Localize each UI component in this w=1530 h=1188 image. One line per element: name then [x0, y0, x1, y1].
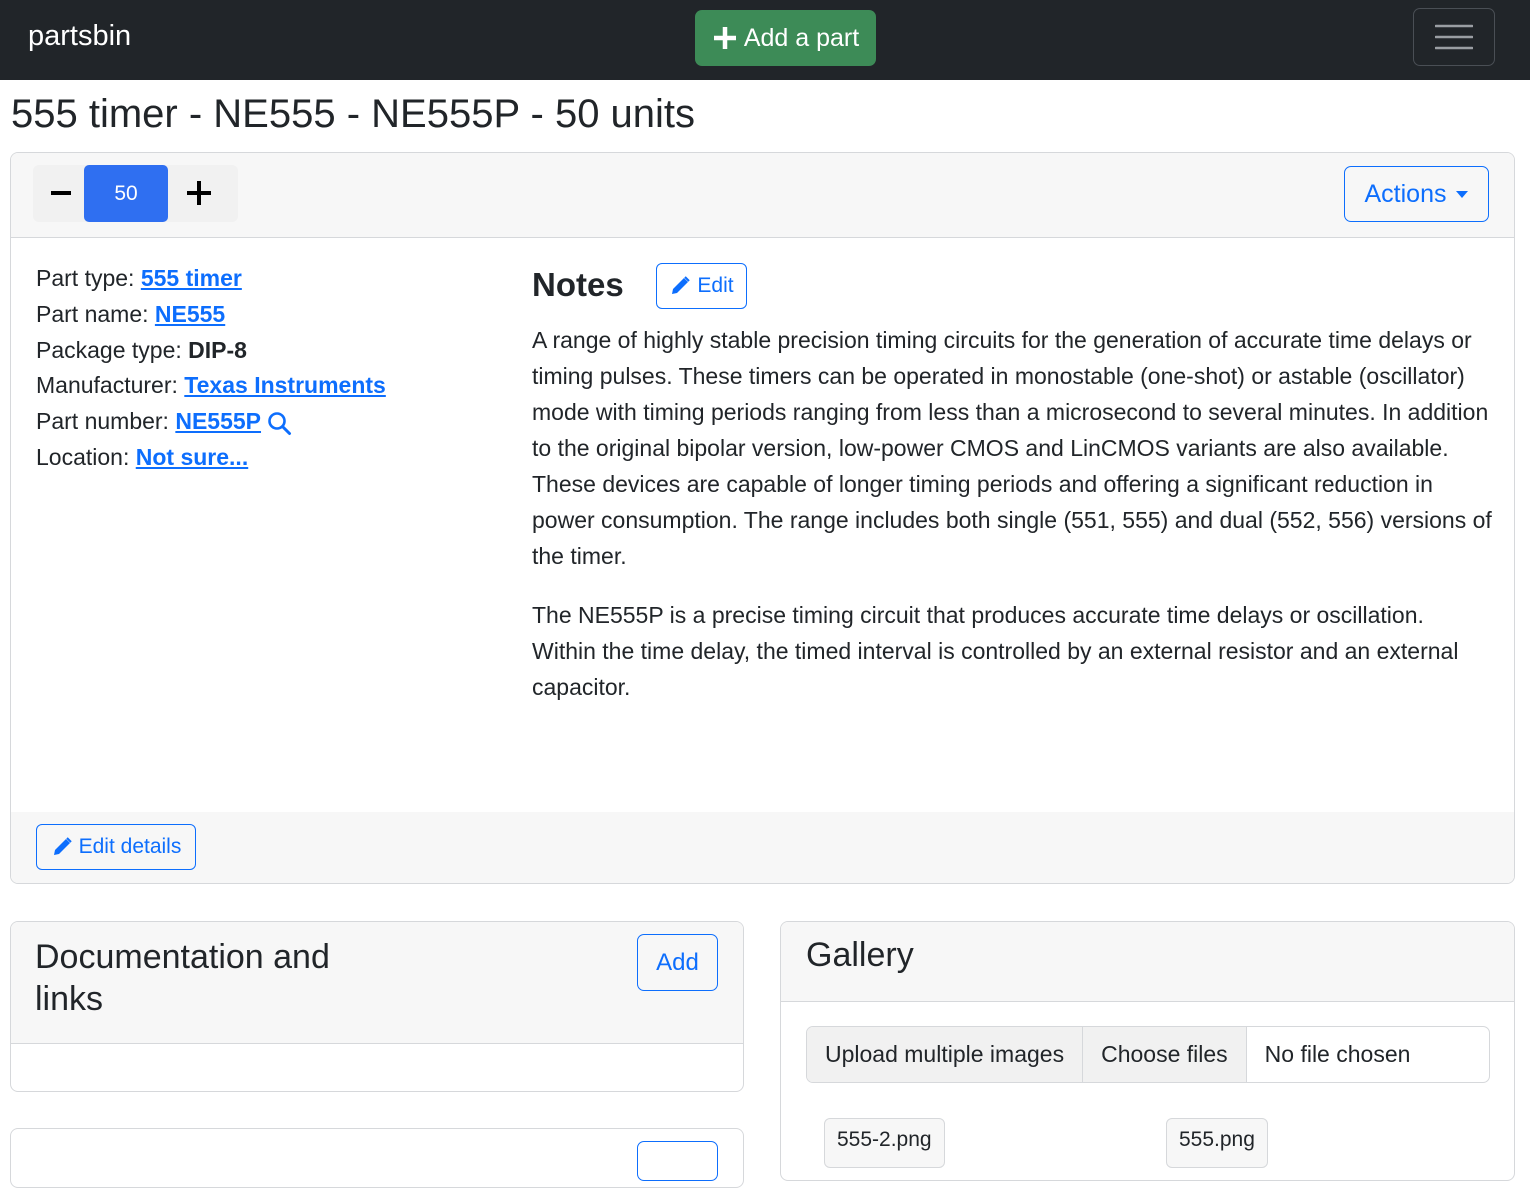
gallery-image[interactable]: 555.png: [1166, 1118, 1268, 1168]
secondary-card: [10, 1128, 744, 1188]
no-file-text: No file chosen: [1264, 1041, 1411, 1067]
part-toolbar: Actions: [11, 153, 1514, 238]
edit-notes-button[interactable]: Edit: [656, 263, 747, 309]
notes-text: A range of highly stable precision timin…: [532, 322, 1492, 728]
detail-part-number: Part number: NE555P: [36, 404, 386, 440]
part-details: Part type: 555 timer Part name: NE555 Pa…: [36, 261, 386, 476]
upload-label: Upload multiple images: [807, 1027, 1084, 1082]
detail-part-name: Part name: NE555: [36, 297, 386, 333]
detail-part-type: Part type: 555 timer: [36, 261, 386, 297]
part-card-footer: Edit details: [11, 812, 1514, 883]
detail-location: Location: Not sure...: [36, 440, 386, 476]
part-body: Part type: 555 timer Part name: NE555 Pa…: [11, 237, 1514, 813]
actions-label: Actions: [1364, 179, 1447, 208]
actions-dropdown-button[interactable]: Actions: [1344, 166, 1489, 222]
gallery-title: Gallery: [806, 936, 914, 974]
detail-label: Location:: [36, 443, 130, 470]
gallery-card: Gallery Upload multiple images Choose fi…: [780, 921, 1515, 1181]
manufacturer-link[interactable]: Texas Instruments: [184, 372, 386, 398]
detail-package-type: Package type: DIP-8: [36, 333, 386, 369]
part-card: Actions Part type: 555 timer Part name: …: [10, 152, 1515, 884]
edit-details-button[interactable]: Edit details: [36, 824, 196, 870]
notes-paragraph: The NE555P is a precise timing circuit t…: [532, 602, 1459, 700]
gallery-header: Gallery: [781, 922, 1514, 1002]
pencil-icon: [672, 276, 691, 294]
minus-icon: [51, 191, 71, 195]
top-navbar: partsbin Add a part: [0, 0, 1530, 80]
documentation-title: Documentation and links: [35, 938, 330, 1018]
notes-paragraph: A range of highly stable precision timin…: [532, 327, 1492, 569]
documentation-card: Documentation and links Add: [10, 921, 744, 1092]
increment-button[interactable]: [179, 173, 219, 213]
gallery-image[interactable]: 555-2.png: [824, 1118, 945, 1168]
choose-files-button[interactable]: Choose files: [1083, 1027, 1247, 1082]
image-upload-input[interactable]: Upload multiple images Choose files No f…: [806, 1026, 1490, 1083]
quantity-input[interactable]: [84, 165, 168, 222]
detail-label: Manufacturer:: [36, 372, 178, 399]
edit-details-label: Edit details: [78, 835, 182, 858]
add-part-button[interactable]: Add a part: [695, 10, 876, 66]
edit-notes-label: Edit: [697, 274, 734, 297]
search-icon[interactable]: [267, 411, 292, 436]
detail-manufacturer: Manufacturer: Texas Instruments: [36, 368, 386, 404]
add-part-label: Add a part: [743, 23, 860, 52]
page-title: 555 timer - NE555 - NE555P - 50 units: [11, 92, 696, 136]
brand-link[interactable]: partsbin: [28, 20, 131, 53]
detail-label: Part name:: [36, 300, 149, 327]
secondary-card-button[interactable]: [637, 1141, 718, 1181]
detail-label: Part type:: [36, 265, 135, 291]
plus-icon: [713, 27, 736, 49]
quantity-stepper: [33, 165, 238, 222]
caret-down-icon: [1456, 190, 1469, 198]
detail-label: Part number:: [36, 408, 169, 435]
part-number-link[interactable]: NE555P: [175, 408, 261, 434]
package-type-value: DIP-8: [188, 336, 247, 363]
add-documentation-button[interactable]: Add: [637, 934, 718, 991]
documentation-header: Documentation and links Add: [11, 922, 743, 1044]
pencil-icon: [53, 837, 72, 855]
navbar-toggle-button[interactable]: [1413, 8, 1495, 66]
part-type-link[interactable]: 555 timer: [141, 265, 242, 291]
hamburger-icon: [1435, 24, 1473, 50]
part-name-link[interactable]: NE555: [155, 301, 225, 327]
notes-heading: Notes: [532, 266, 624, 303]
location-link[interactable]: Not sure...: [136, 444, 248, 470]
detail-label: Package type:: [36, 336, 182, 363]
decrement-button[interactable]: [41, 173, 81, 213]
plus-icon: [187, 181, 211, 205]
